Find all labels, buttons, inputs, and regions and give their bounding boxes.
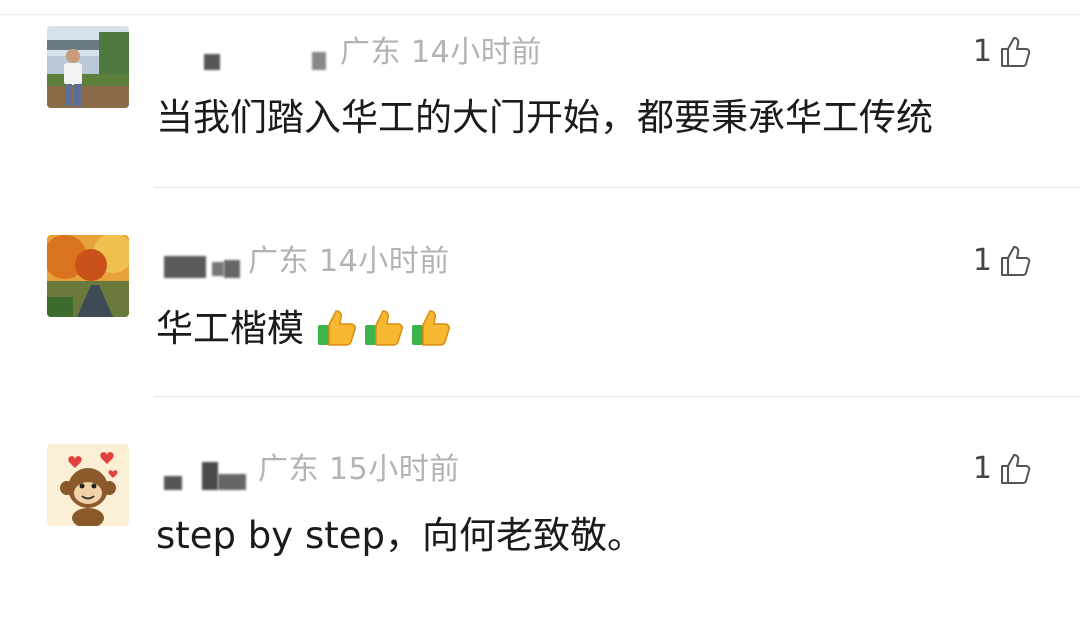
comment-time: 14小时前 [319, 244, 450, 279]
comment-text: step by step，向何老致敬。 [156, 514, 644, 557]
comment-item: 广东 15小时前 1 step by step，向何老致敬。 [0, 418, 1080, 618]
comment-meta: 广东 15小时前 [258, 453, 460, 487]
avatar[interactable] [47, 235, 129, 317]
comment-item: 广东 14小时前 1 华工楷模 [0, 210, 1080, 410]
like-button[interactable]: 1 [973, 34, 1034, 70]
comment-time: 15小时前 [329, 452, 460, 487]
comment-location: 广东 [340, 35, 401, 70]
like-count: 1 [972, 451, 992, 486]
comment-meta: 广东 14小时前 [248, 245, 450, 279]
divider [154, 396, 1080, 397]
avatar[interactable] [47, 26, 129, 108]
comment-location: 广东 [248, 244, 309, 279]
comment-text: 当我们踏入华工的大门开始，都要秉承华工传统 [156, 96, 933, 139]
comment-text-row: 华工楷模 [156, 305, 457, 351]
thumbs-up-emoji-icon [316, 305, 360, 349]
thumbs-up-emoji-icon [410, 305, 454, 349]
like-count: 1 [972, 243, 992, 278]
like-button[interactable]: 1 [973, 243, 1034, 279]
thumbs-up-emoji-icon [363, 305, 407, 349]
comment-text: 华工楷模 [156, 307, 304, 350]
divider [154, 187, 1080, 188]
like-count: 1 [972, 34, 992, 69]
thumbs-up-icon [998, 451, 1034, 487]
avatar[interactable] [47, 444, 129, 526]
like-button[interactable]: 1 [973, 451, 1034, 487]
thumbs-up-icon [998, 34, 1034, 70]
comment-location: 广东 [258, 452, 319, 487]
comment-meta: 广东 14小时前 [340, 36, 542, 70]
comment-item: 广东 14小时前 1 当我们踏入华工的大门开始，都要秉承华工传统 [0, 0, 1080, 200]
thumbs-up-icon [998, 243, 1034, 279]
comment-time: 14小时前 [411, 35, 542, 70]
